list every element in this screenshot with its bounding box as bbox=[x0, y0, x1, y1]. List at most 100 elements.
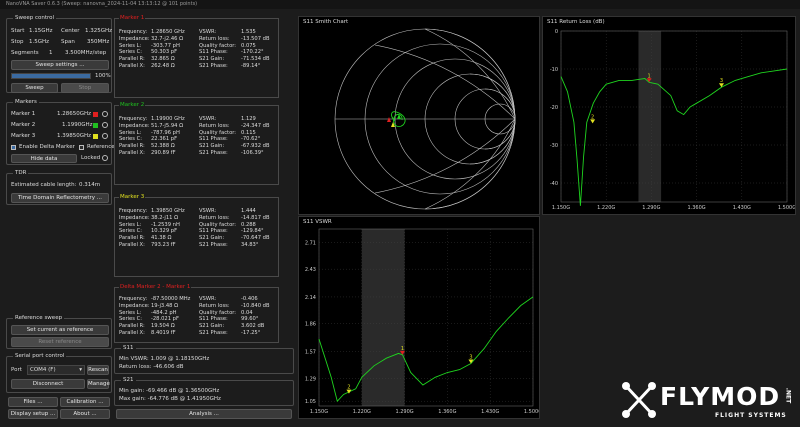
stop-label: Stop bbox=[11, 39, 24, 45]
marker-detail-key: Impedance: bbox=[119, 35, 150, 42]
marker-label: 3 bbox=[469, 355, 472, 361]
marker-detail-key: Parallel X: bbox=[119, 330, 145, 336]
marker-detail-key: Parallel R: bbox=[119, 143, 145, 150]
hide-data-button[interactable]: Hide data bbox=[11, 154, 77, 163]
x-tick-label: 1.360G bbox=[687, 205, 705, 211]
marker-detail-value: 0.075 bbox=[241, 42, 256, 49]
calibration-button[interactable]: Calibration ... bbox=[60, 397, 110, 407]
marker-detail-value: 32.7-j2.46 Ω bbox=[151, 35, 184, 42]
marker-1-color-swatch[interactable] bbox=[93, 112, 98, 117]
marker-detail-key: Impedance: bbox=[119, 302, 150, 309]
smith-chart[interactable]: S11 Smith Chart bbox=[298, 16, 540, 215]
marker-2-color-swatch[interactable] bbox=[93, 123, 98, 128]
smith-chart-svg bbox=[334, 28, 516, 210]
marker-detail-value: -89.14° bbox=[241, 63, 261, 69]
marker-detail-value: -24.347 dB bbox=[241, 122, 270, 129]
marker-detail-key: VSWR: bbox=[199, 116, 217, 122]
marker-detail-key: Quality factor: bbox=[199, 221, 237, 228]
x-tick-label: 1.430G bbox=[733, 205, 751, 211]
marker-2-radio[interactable] bbox=[102, 122, 108, 128]
vswr-chart[interactable]: S11 VSWR 1.150G 1.220G 1.290G 1.360G 1.430G 1… bbox=[298, 216, 542, 419]
marker-detail-title: Marker 1 bbox=[119, 15, 146, 21]
marker-detail-key: S21 Phase: bbox=[199, 242, 228, 248]
files-button[interactable]: Files ... bbox=[8, 397, 58, 407]
marker-detail-value: 1.39850 GHz bbox=[151, 208, 185, 214]
marker-2-value[interactable]: 1.1990GHz bbox=[62, 122, 93, 128]
tdr-button[interactable]: Time Domain Reflectometry ... bbox=[11, 193, 109, 203]
logo-text: FLYMOD bbox=[660, 382, 781, 411]
delta-marker-label: Enable Delta Marker bbox=[19, 144, 75, 150]
return-loss-svg: 1.150G 1.220G 1.290G 1.360G 1.430G 1.500G 0 -10… bbox=[550, 29, 796, 211]
stop-value[interactable]: 1.5GHz bbox=[29, 39, 49, 45]
marker-detail-key: Return loss: bbox=[199, 214, 230, 221]
x-tick-label: 1.150G bbox=[310, 409, 328, 415]
marker-detail-value: 50.303 pF bbox=[151, 49, 178, 56]
span-value[interactable]: 350MHz bbox=[87, 39, 109, 45]
reset-reference-button[interactable]: Reset reference bbox=[11, 337, 109, 347]
manage-button[interactable]: Manage bbox=[87, 379, 110, 389]
marker-detail-value: 99.60° bbox=[241, 316, 259, 323]
marker-detail-key: Series L: bbox=[119, 42, 142, 49]
display-setup-button[interactable]: Display setup ... bbox=[8, 409, 58, 419]
set-reference-button[interactable]: Set current as reference bbox=[11, 325, 109, 335]
marker-detail-key: S11 Phase: bbox=[199, 228, 228, 235]
y-tick-label: -40 bbox=[550, 181, 558, 187]
marker-3-color-swatch[interactable] bbox=[93, 134, 98, 139]
analysis-button[interactable]: Analysis ... bbox=[116, 409, 292, 419]
marker-detail-value: 51.7-j5.94 Ω bbox=[151, 122, 184, 129]
marker-detail-value: 290.89 fF bbox=[151, 150, 176, 156]
span-highlight bbox=[638, 31, 662, 202]
marker-detail-key: Return loss: bbox=[199, 35, 230, 42]
marker-3-value[interactable]: 1.39850GHz bbox=[57, 133, 91, 139]
window-title: NanoVNA Saver 0.6.3 (Sweep: nanovna_2024… bbox=[0, 0, 800, 9]
marker-detail-key: Parallel X: bbox=[119, 242, 145, 248]
marker-detail-key: Impedance: bbox=[119, 122, 150, 129]
reference-sweep-title: Reference sweep bbox=[13, 315, 65, 321]
return-loss-chart[interactable]: S11 Return Loss (dB) 1.150G 1.220G 1.290G 1… bbox=[542, 16, 796, 215]
marker-detail-key: Frequency: bbox=[119, 296, 148, 302]
y-tick-label: 2.43 bbox=[305, 267, 316, 273]
trace-line bbox=[318, 296, 534, 403]
marker-detail-key: Series L: bbox=[119, 221, 142, 228]
marker-1-label: Marker 1 bbox=[11, 111, 36, 117]
step-value: 3.500MHz/step bbox=[65, 50, 107, 56]
start-value[interactable]: 1.15GHz bbox=[29, 28, 53, 34]
progress-fill bbox=[12, 74, 90, 78]
about-button[interactable]: About ... bbox=[60, 409, 110, 419]
stop-sweep-button[interactable]: Stop bbox=[61, 83, 109, 93]
locked-radio[interactable] bbox=[102, 155, 108, 161]
marker-detail-value: 0.115 bbox=[241, 129, 256, 136]
smith-chart-title: S11 Smith Chart bbox=[303, 19, 349, 25]
marker-1-radio[interactable] bbox=[102, 111, 108, 117]
marker-label: 3 bbox=[720, 78, 723, 84]
marker-detail-value: 1.444 bbox=[241, 208, 256, 214]
rescan-button[interactable]: Rescan bbox=[87, 365, 109, 375]
marker-3-radio[interactable] bbox=[102, 133, 108, 139]
tdr-panel: TDR Estimated cable length: 0.314m Time … bbox=[6, 170, 112, 205]
disconnect-button[interactable]: Disconnect bbox=[11, 379, 85, 389]
marker-detail-value: -13.507 dB bbox=[241, 35, 270, 42]
locked-label: Locked bbox=[81, 155, 101, 161]
start-label: Start bbox=[11, 28, 25, 34]
marker-detail-value: 19-j3.48 Ω bbox=[151, 302, 179, 309]
reference-checkbox[interactable] bbox=[79, 145, 84, 150]
x-tick-label: 1.500G bbox=[524, 409, 539, 415]
marker-detail-value: -17.25° bbox=[241, 330, 261, 336]
marker-detail-key: Impedance: bbox=[119, 214, 150, 221]
marker-detail-value: -303.77 pH bbox=[151, 42, 180, 49]
port-select[interactable]: COM4 (F) ▾ bbox=[27, 365, 85, 375]
marker-detail-title: Delta Marker 2 - Marker 1 bbox=[119, 284, 192, 290]
marker-detail-value: -14.817 dB bbox=[241, 214, 270, 221]
marker-1-value[interactable]: 1.28650GHz bbox=[57, 111, 91, 117]
marker-detail-value: 32.865 Ω bbox=[151, 56, 175, 63]
sweep-settings-button[interactable]: Sweep settings ... bbox=[11, 60, 109, 70]
delta-marker-checkbox[interactable] bbox=[11, 145, 16, 150]
s21-summary-panel: S21 Min gain: -69.466 dB @ 1.36500GHz Ma… bbox=[114, 377, 294, 406]
marker-detail-box: Marker 2 Frequency: 1.19900 GHz Impedance: 5… bbox=[114, 102, 279, 185]
sweep-control-title: Sweep control bbox=[13, 15, 57, 21]
segments-value[interactable]: 1 bbox=[49, 50, 53, 56]
sweep-button[interactable]: Sweep bbox=[11, 83, 58, 93]
progress-text: 100% bbox=[95, 73, 111, 79]
marker-detail-key: Return loss: bbox=[199, 122, 230, 129]
center-value[interactable]: 1.325GHz bbox=[85, 28, 112, 34]
